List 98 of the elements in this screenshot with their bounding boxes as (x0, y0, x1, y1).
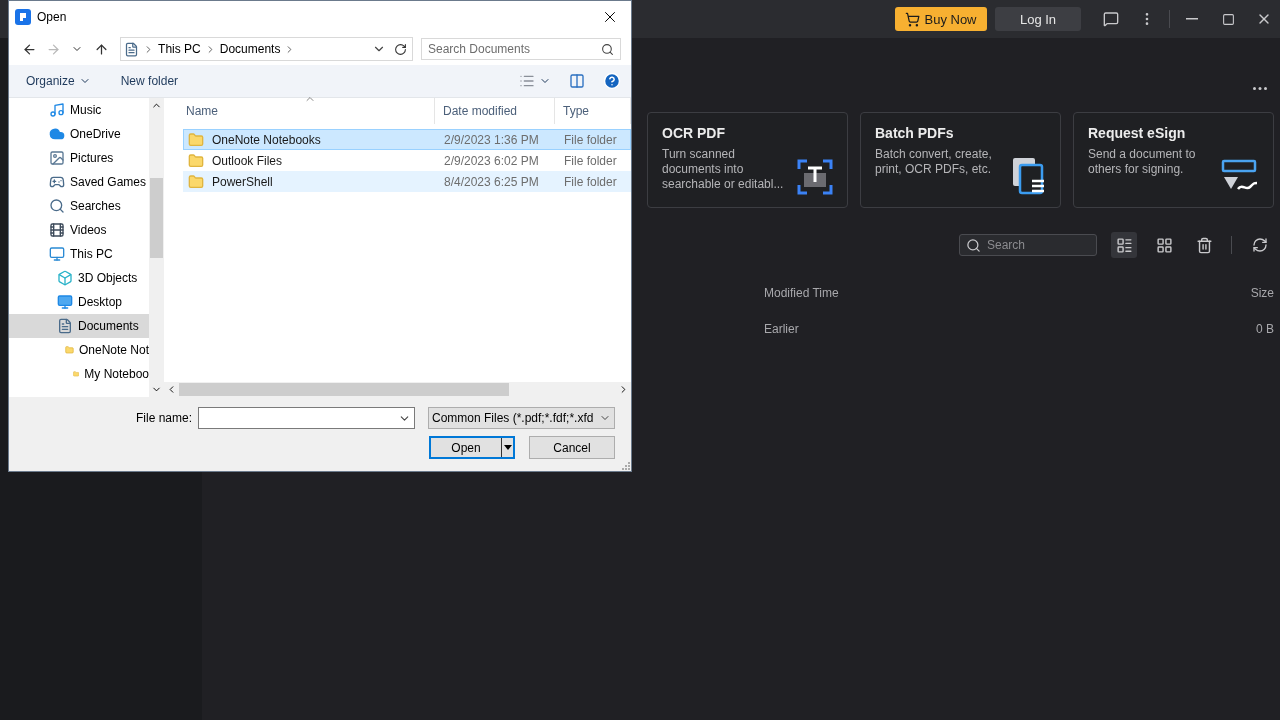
card-description: Batch convert, create, print, OCR PDFs, etc. (875, 147, 993, 177)
file-row[interactable]: PowerShell 8/4/2023 6:25 PM File folder (183, 171, 631, 192)
folder-icon (188, 173, 204, 190)
forward-arrow-icon (46, 41, 62, 57)
breadcrumb-item[interactable]: This PC (158, 42, 201, 56)
help-icon (603, 72, 621, 90)
search-field[interactable]: Search Documents (421, 38, 621, 60)
tool-card[interactable]: OCR PDF Turn scanned documents into searchable or editabl... (647, 112, 848, 208)
file-type-select[interactable]: Common Files (*.pdf;*.fdf;*.xfd (428, 407, 615, 429)
card-title: Batch PDFs (875, 125, 955, 141)
nav-tree-item[interactable]: My Noteboo (9, 362, 149, 386)
file-name-label: File name: (135, 411, 192, 425)
document-icon (124, 41, 140, 57)
file-name: OneNote Notebooks (212, 132, 321, 147)
new-folder-button[interactable]: New folder (120, 74, 179, 88)
maximize-icon (1221, 12, 1235, 26)
file-type: File folder (563, 132, 618, 147)
cloud-icon (49, 126, 65, 142)
breadcrumb-item[interactable]: Documents (219, 42, 281, 56)
search-icon (601, 42, 614, 56)
help-button[interactable] (603, 72, 621, 90)
file-type: File folder (563, 153, 618, 168)
nav-tree-item[interactable]: This PC (9, 242, 149, 266)
nav-tree-item[interactable]: Videos (9, 218, 149, 242)
film-icon (49, 222, 65, 238)
nav-tree-item[interactable]: Pictures (9, 146, 149, 170)
music-icon (49, 102, 65, 118)
preview-pane-button[interactable] (569, 73, 585, 89)
date-modified: 2/9/2023 6:02 PM (443, 153, 540, 168)
card-title: Request eSign (1088, 125, 1187, 141)
caret-icon (503, 445, 512, 450)
horizontal-scrollbar[interactable] (164, 382, 631, 397)
column-header[interactable]: Type (555, 98, 631, 124)
date-modified: 8/4/2023 6:25 PM (443, 174, 540, 189)
address-bar[interactable]: This PC Documents (120, 37, 413, 61)
clean-icon (1195, 236, 1213, 254)
column-header: Modified Time (764, 286, 839, 300)
file-type: File folder (563, 174, 618, 189)
chat-icon (1103, 11, 1119, 27)
vertical-scrollbar[interactable] (149, 98, 164, 397)
list-view-icon (1115, 236, 1133, 254)
cancel-button[interactable]: Cancel (529, 436, 615, 459)
scrollbar-thumb[interactable] (179, 383, 509, 396)
minimize-icon (1186, 18, 1198, 20)
cube-icon (57, 270, 73, 286)
text-scan-icon (797, 159, 833, 195)
nav-tree-item[interactable]: OneDrive (9, 122, 149, 146)
refresh-icon (394, 42, 408, 56)
organize-button[interactable]: Organize (26, 74, 91, 88)
log-in-button[interactable]: Log In (995, 7, 1081, 31)
document-icon (57, 318, 73, 334)
view-options-button[interactable] (519, 73, 551, 89)
documents-stack-icon (1012, 157, 1046, 195)
file-name-field[interactable] (198, 407, 415, 429)
column-header[interactable]: Date modified (435, 98, 555, 124)
view-button[interactable] (1111, 232, 1137, 258)
buy-now-button[interactable]: Buy Now (895, 7, 987, 31)
nav-tree-item[interactable]: Desktop (9, 290, 149, 314)
table-cell: 0 B (1256, 322, 1274, 336)
more-icon (1253, 86, 1267, 90)
column-header: Size (1250, 286, 1274, 300)
window-title: Open (37, 10, 68, 24)
nav-tree-item[interactable]: OneNote Not (9, 338, 149, 362)
desktop-icon (57, 294, 73, 310)
date-modified: 2/9/2023 1:36 PM (443, 132, 540, 147)
search-icon (49, 198, 65, 214)
file-name: PowerShell (212, 174, 273, 189)
resize-grip-icon[interactable] (622, 462, 630, 470)
gamepad-icon (49, 174, 65, 190)
grid-view-icon (1155, 236, 1173, 254)
search-icon (966, 237, 981, 253)
nav-tree-item[interactable]: Saved Games (9, 170, 149, 194)
folder-icon (188, 131, 204, 148)
computer-icon (49, 246, 65, 262)
scrollbar-thumb[interactable] (150, 177, 163, 258)
folder-icon (188, 152, 204, 169)
preview-pane-icon (569, 73, 585, 89)
file-name: Outlook Files (212, 153, 283, 168)
tool-card[interactable]: Request eSign Send a document to others for signing. (1073, 112, 1274, 208)
file-row[interactable]: Outlook Files 2/9/2023 6:02 PM File folder (183, 150, 631, 171)
open-button[interactable]: Open (429, 436, 515, 459)
nav-tree-item[interactable]: Music (9, 98, 149, 122)
column-header[interactable]: Name (178, 98, 435, 124)
tool-card[interactable]: Batch PDFs Batch convert, create, print, OCR PDFs, etc. (860, 112, 1061, 208)
refresh-icon (1252, 237, 1268, 253)
search-field[interactable]: Search (959, 234, 1097, 256)
nav-tree-item[interactable]: Documents (9, 314, 149, 338)
card-description: Turn scanned documents into searchable or editabl... (662, 147, 785, 192)
table-cell: Earlier (764, 322, 799, 336)
nav-tree-item[interactable]: Searches (9, 194, 149, 218)
list-view-icon (519, 73, 535, 89)
nav-tree-item[interactable]: 3D Objects (9, 266, 149, 290)
card-title: OCR PDF (662, 125, 726, 141)
picture-icon (49, 150, 65, 166)
cart-icon (905, 11, 921, 27)
card-description: Send a document to others for signing. (1088, 147, 1197, 177)
app-icon (15, 9, 31, 25)
file-row[interactable]: OneNote Notebooks 2/9/2023 1:36 PM File folder (183, 129, 631, 150)
